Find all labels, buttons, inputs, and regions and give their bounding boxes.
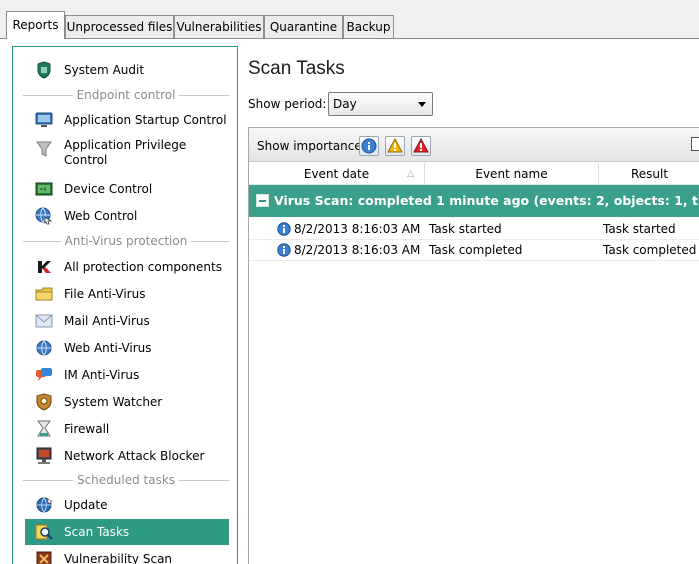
tab-baseline <box>0 38 699 39</box>
sidebar-item-label: Web Control <box>64 209 138 223</box>
event-date-cell: 8/2/2013 8:16:03 AM <box>294 243 421 257</box>
sidebar-item-web-control[interactable]: Web Control <box>25 204 229 228</box>
table-row[interactable]: 8/2/2013 8:16:03 AM Task completed Task … <box>249 240 699 261</box>
sidebar-item-label: Application Privilege Control <box>64 138 187 167</box>
show-period-value: Day <box>333 97 357 111</box>
funnel-icon <box>35 140 53 158</box>
kaspersky-k-icon <box>35 258 53 276</box>
sidebar-item-vulnerability-scan[interactable]: Vulnerability Scan <box>25 547 229 564</box>
sidebar-item-label: Device Control <box>64 182 153 196</box>
globe-pointer-icon <box>35 207 53 225</box>
column-result[interactable]: Result <box>599 163 699 185</box>
sidebar-item-firewall[interactable]: Firewall <box>25 417 229 441</box>
event-name-cell: Task started <box>429 222 502 236</box>
sort-triangle-icon: △ <box>407 169 414 179</box>
update-globe-icon <box>35 496 53 514</box>
sidebar-item-system-watcher[interactable]: System Watcher <box>25 390 229 414</box>
critical-icon[interactable] <box>411 136 431 156</box>
sidebar-item-label: IM Anti-Virus <box>64 368 140 382</box>
tab-quarantine[interactable]: Quarantine <box>264 15 343 39</box>
show-period-dropdown[interactable]: Day <box>328 92 433 116</box>
column-event-name[interactable]: Event name <box>425 163 599 185</box>
sidebar-item-application-startup-control[interactable]: Application Startup Control <box>25 108 229 132</box>
tab-unprocessed-files[interactable]: Unprocessed files <box>65 15 174 39</box>
separator-endpoint-control: Endpoint control <box>23 88 230 102</box>
table-row[interactable]: 8/2/2013 8:16:03 AM Task started Task st… <box>249 219 699 240</box>
sidebar-item-label: Application Startup Control <box>64 113 227 127</box>
sidebar-item-label: Vulnerability Scan <box>64 552 173 564</box>
toolbar-checkbox[interactable] <box>691 137 699 151</box>
sidebar-item-label: Update <box>64 498 108 512</box>
sidebar-item-label: File Anti-Virus <box>64 287 146 301</box>
group-row-virus-scan[interactable]: Virus Scan: completed 1 minute ago (even… <box>249 185 699 217</box>
report-panel: Show importance Event date △ Event name … <box>248 127 699 564</box>
separator-anti-virus-protection: Anti-Virus protection <box>23 234 230 248</box>
info-icon <box>277 243 291 257</box>
tab-backup[interactable]: Backup <box>343 15 394 39</box>
sidebar-item-file-anti-virus[interactable]: File Anti-Virus <box>25 282 229 306</box>
sidebar-item-update[interactable]: Update <box>25 493 229 517</box>
device-icon <box>35 180 53 198</box>
result-cell: Task started <box>603 222 676 236</box>
sidebar-item-label: Network Attack Blocker <box>64 449 205 463</box>
show-period-label: Show period: <box>248 97 327 111</box>
shield-icon <box>35 61 53 79</box>
firewall-icon <box>35 420 53 438</box>
sidebar-item-scan-tasks[interactable]: Scan Tasks <box>25 519 229 545</box>
monitor-icon <box>35 111 53 129</box>
envelope-icon <box>35 312 53 330</box>
sidebar-item-label: System Watcher <box>64 395 163 409</box>
group-row-text: Virus Scan: completed 1 minute ago (even… <box>274 193 699 208</box>
sidebar-item-web-anti-virus[interactable]: Web Anti-Virus <box>25 336 229 360</box>
scan-magnifier-icon <box>35 523 53 541</box>
tab-bar: Reports Unprocessed files Vulnerabilitie… <box>0 0 699 39</box>
watcher-shield-icon <box>35 393 53 411</box>
sidebar-item-device-control[interactable]: Device Control <box>25 177 229 201</box>
info-icon <box>277 222 291 236</box>
sidebar-item-label: Web Anti-Virus <box>64 341 152 355</box>
sidebar-item-label: All protection components <box>64 260 222 274</box>
sidebar-item-label: System Audit <box>64 63 145 77</box>
sidebar-item-mail-anti-virus[interactable]: Mail Anti-Virus <box>25 309 229 333</box>
warning-icon[interactable] <box>385 136 405 156</box>
result-cell: Task completed <box>603 243 697 257</box>
tab-reports[interactable]: Reports <box>6 11 65 39</box>
collapse-icon[interactable] <box>256 194 269 207</box>
sidebar-item-im-anti-virus[interactable]: IM Anti-Virus <box>25 363 229 387</box>
sidebar-item-label: Scan Tasks <box>64 525 130 539</box>
show-importance-label: Show importance <box>257 139 362 153</box>
sidebar-item-system-audit[interactable]: System Audit <box>25 58 229 82</box>
folder-icon <box>35 285 53 303</box>
event-name-cell: Task completed <box>429 243 523 257</box>
chat-icon <box>35 366 53 384</box>
column-event-date[interactable]: Event date △ <box>249 163 425 185</box>
importance-toolbar: Show importance <box>249 128 699 162</box>
globe-icon <box>35 339 53 357</box>
sidebar-item-network-attack-blocker[interactable]: Network Attack Blocker <box>25 444 229 468</box>
vulnerability-icon <box>35 550 53 564</box>
sidebar-item-label: Mail Anti-Virus <box>64 314 150 328</box>
event-date-cell: 8/2/2013 8:16:03 AM <box>294 222 421 236</box>
tab-vulnerabilities[interactable]: Vulnerabilities <box>174 15 264 39</box>
sidebar-item-label: Firewall <box>64 422 110 436</box>
network-blocker-icon <box>35 447 53 465</box>
table-header: Event date △ Event name Result <box>249 163 699 185</box>
page-title: Scan Tasks <box>248 58 345 79</box>
info-icon[interactable] <box>359 136 379 156</box>
sidebar-item-all-protection-components[interactable]: All protection components <box>25 255 229 279</box>
chevron-down-icon <box>418 102 426 107</box>
sidebar: System Audit Endpoint control Applicatio… <box>12 46 238 564</box>
separator-scheduled-tasks: Scheduled tasks <box>23 473 229 487</box>
sidebar-item-application-privilege-control[interactable]: Application Privilege Control <box>25 137 229 173</box>
